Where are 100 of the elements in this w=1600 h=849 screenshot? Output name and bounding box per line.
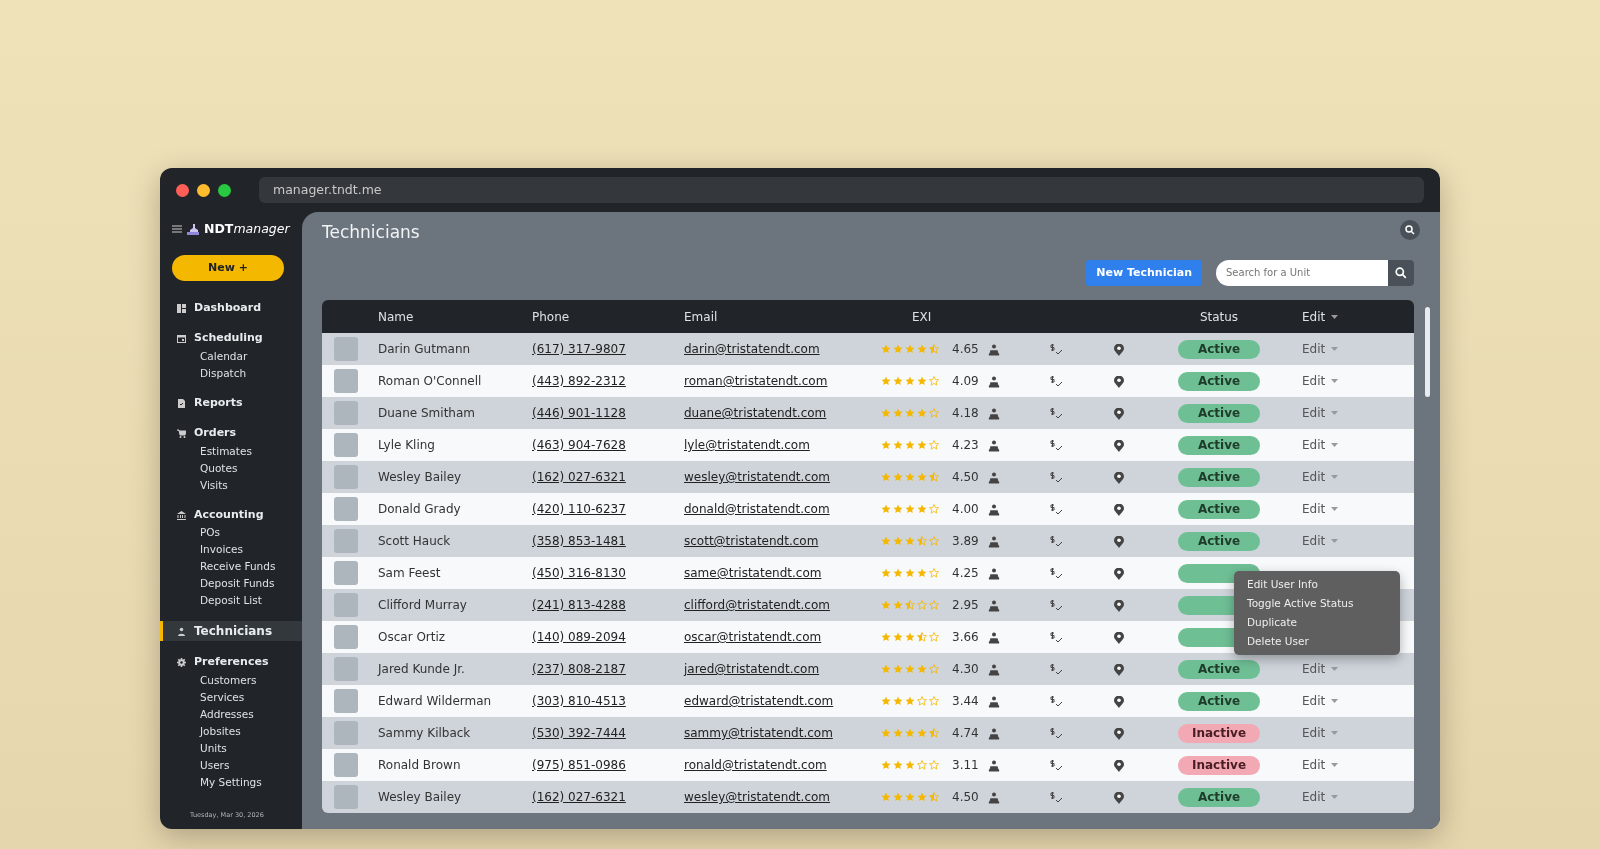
phone-link[interactable]: (237) 808-2187 xyxy=(532,662,626,676)
menu-item[interactable]: Edit User Info xyxy=(1234,575,1400,594)
edit-dropdown[interactable]: Edit xyxy=(1302,468,1339,486)
person-icon[interactable] xyxy=(988,791,1000,804)
sidebar-subitem[interactable]: Quotes xyxy=(160,459,302,477)
person-icon[interactable] xyxy=(988,471,1000,484)
phone-link[interactable]: (420) 110-6237 xyxy=(532,502,626,516)
edit-dropdown[interactable]: Edit xyxy=(1302,372,1339,390)
edit-dropdown[interactable]: Edit xyxy=(1302,436,1339,454)
location-pin-icon[interactable] xyxy=(1114,759,1124,772)
sidebar-subitem[interactable]: Invoices xyxy=(160,541,302,559)
edit-dropdown[interactable]: Edit xyxy=(1302,788,1339,806)
phone-link[interactable]: (162) 027-6321 xyxy=(532,470,626,484)
email-link[interactable]: sammy@tristatendt.com xyxy=(684,726,833,740)
new-technician-button[interactable]: New Technician xyxy=(1086,259,1202,286)
person-icon[interactable] xyxy=(988,407,1000,420)
sidebar-subitem[interactable]: Addresses xyxy=(160,705,302,723)
dollar-check-icon[interactable] xyxy=(1050,599,1063,612)
sidebar-subitem[interactable]: Customers xyxy=(160,671,302,689)
location-pin-icon[interactable] xyxy=(1114,663,1124,676)
email-link[interactable]: wesley@tristatendt.com xyxy=(684,790,830,804)
edit-dropdown[interactable]: Edit xyxy=(1302,532,1339,550)
phone-link[interactable]: (450) 316-8130 xyxy=(532,566,626,580)
phone-link[interactable]: (617) 317-9807 xyxy=(532,342,626,356)
dollar-check-icon[interactable] xyxy=(1050,727,1063,740)
phone-link[interactable]: (303) 810-4513 xyxy=(532,694,626,708)
sidebar-item[interactable]: Technicians xyxy=(160,621,302,642)
email-link[interactable]: wesley@tristatendt.com xyxy=(684,470,830,484)
search-field[interactable]: Search for a Unit xyxy=(1216,259,1388,286)
edit-dropdown[interactable]: Edit xyxy=(1302,660,1339,678)
sidebar-subitem[interactable]: My Settings xyxy=(160,773,302,791)
sidebar-subitem[interactable]: Dispatch xyxy=(160,364,302,382)
location-pin-icon[interactable] xyxy=(1114,343,1124,356)
sidebar-subitem[interactable]: Deposit List xyxy=(160,592,302,610)
phone-link[interactable]: (358) 853-1481 xyxy=(532,534,626,548)
location-pin-icon[interactable] xyxy=(1114,791,1124,804)
scrollbar[interactable] xyxy=(1425,307,1430,397)
person-icon[interactable] xyxy=(988,599,1000,612)
dollar-check-icon[interactable] xyxy=(1050,791,1063,804)
sidebar-subitem[interactable]: Units xyxy=(160,739,302,757)
close-window-dot[interactable] xyxy=(176,183,189,197)
person-icon[interactable] xyxy=(988,567,1000,580)
edit-dropdown[interactable]: Edit xyxy=(1302,404,1339,422)
phone-link[interactable]: (530) 392-7444 xyxy=(532,726,626,740)
edit-dropdown[interactable]: Edit xyxy=(1302,500,1339,518)
location-pin-icon[interactable] xyxy=(1114,535,1124,548)
person-icon[interactable] xyxy=(988,343,1000,356)
sidebar-item[interactable]: Reports xyxy=(160,393,302,413)
menu-item[interactable]: Duplicate xyxy=(1234,613,1400,632)
location-pin-icon[interactable] xyxy=(1114,503,1124,516)
email-link[interactable]: scott@tristatendt.com xyxy=(684,534,819,548)
sidebar-item[interactable]: Preferences xyxy=(160,653,302,672)
sidebar-subitem[interactable]: Deposit Funds xyxy=(160,575,302,593)
location-pin-icon[interactable] xyxy=(1114,375,1124,388)
person-icon[interactable] xyxy=(988,663,1000,676)
search-button[interactable] xyxy=(1388,259,1414,286)
sidebar-item[interactable]: Accounting xyxy=(160,505,302,525)
person-icon[interactable] xyxy=(988,631,1000,644)
menu-item[interactable]: Delete User xyxy=(1234,632,1400,651)
sidebar-item[interactable]: Scheduling xyxy=(160,329,302,348)
sidebar-subitem[interactable]: Calendar xyxy=(160,347,302,365)
email-link[interactable]: clifford@tristatendt.com xyxy=(684,598,830,612)
phone-link[interactable]: (446) 901-1128 xyxy=(532,406,626,420)
dollar-check-icon[interactable] xyxy=(1050,695,1063,708)
person-icon[interactable] xyxy=(988,759,1000,772)
maximize-window-dot[interactable] xyxy=(218,183,231,197)
person-icon[interactable] xyxy=(988,535,1000,548)
email-link[interactable]: lyle@tristatendt.com xyxy=(684,438,810,452)
dollar-check-icon[interactable] xyxy=(1050,343,1063,356)
dollar-check-icon[interactable] xyxy=(1050,407,1063,420)
sidebar-subitem[interactable]: Receive Funds xyxy=(160,558,302,576)
phone-link[interactable]: (443) 892-2312 xyxy=(532,374,626,388)
phone-link[interactable]: (162) 027-6321 xyxy=(532,790,626,804)
menu-item[interactable]: Toggle Active Status xyxy=(1234,594,1400,613)
person-icon[interactable] xyxy=(988,503,1000,516)
phone-link[interactable]: (241) 813-4288 xyxy=(532,598,626,612)
email-link[interactable]: ronald@tristatendt.com xyxy=(684,758,827,772)
sidebar-item[interactable]: Dashboard xyxy=(160,298,302,318)
dollar-check-icon[interactable] xyxy=(1050,663,1063,676)
edit-menu-header[interactable]: Edit xyxy=(1302,307,1339,326)
dollar-check-icon[interactable] xyxy=(1050,439,1063,452)
location-pin-icon[interactable] xyxy=(1114,727,1124,740)
dollar-check-icon[interactable] xyxy=(1050,631,1063,644)
sidebar-subitem[interactable]: Estimates xyxy=(160,442,302,460)
location-pin-icon[interactable] xyxy=(1114,567,1124,580)
search-button[interactable] xyxy=(1400,220,1420,240)
location-pin-icon[interactable] xyxy=(1114,599,1124,612)
email-link[interactable]: same@tristatendt.com xyxy=(684,566,822,580)
dollar-check-icon[interactable] xyxy=(1050,503,1063,516)
edit-dropdown[interactable]: Edit xyxy=(1302,756,1339,774)
sidebar-subitem[interactable]: Jobsites xyxy=(160,722,302,740)
new-button[interactable]: New + xyxy=(172,254,284,281)
email-link[interactable]: darin@tristatendt.com xyxy=(684,342,820,356)
email-link[interactable]: duane@tristatendt.com xyxy=(684,406,827,420)
dollar-check-icon[interactable] xyxy=(1050,471,1063,484)
location-pin-icon[interactable] xyxy=(1114,695,1124,708)
dollar-check-icon[interactable] xyxy=(1050,375,1063,388)
edit-dropdown[interactable]: Edit xyxy=(1302,692,1339,710)
person-icon[interactable] xyxy=(988,375,1000,388)
sidebar-subitem[interactable]: POs xyxy=(160,524,302,542)
